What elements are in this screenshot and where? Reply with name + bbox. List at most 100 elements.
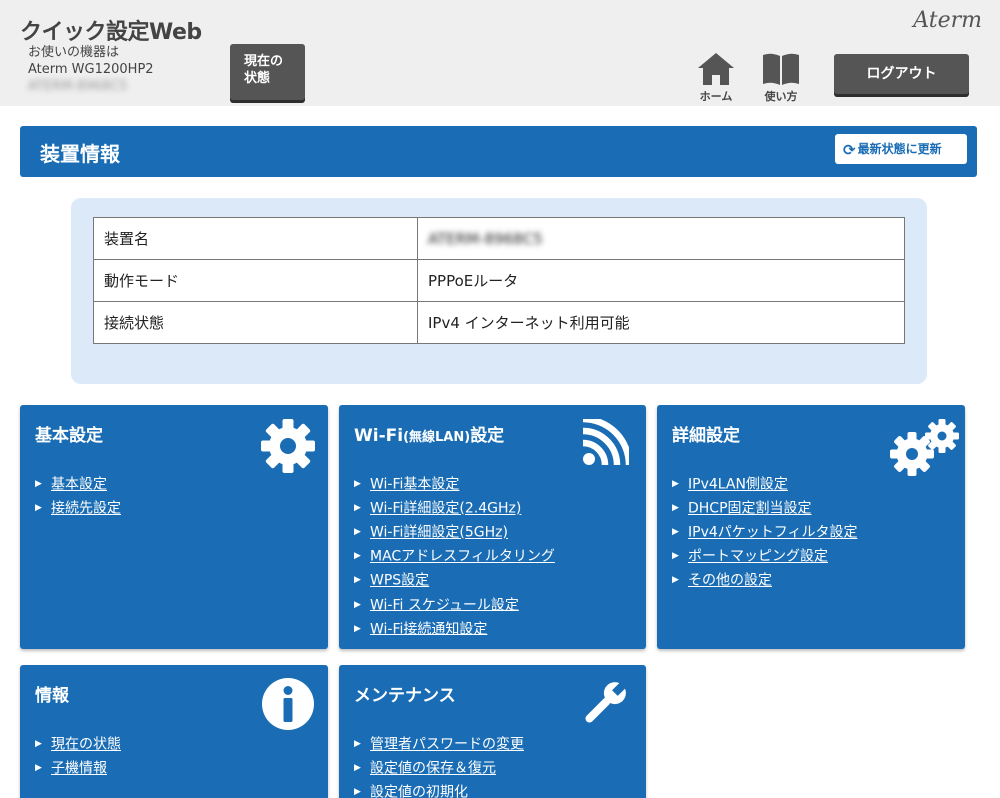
bullet-arrow-icon: ▶ bbox=[354, 763, 361, 774]
bullet-arrow-icon: ▶ bbox=[354, 575, 361, 586]
tile-title-suffix: 設定 bbox=[470, 426, 505, 446]
gears-icon bbox=[890, 419, 959, 476]
row-value: ATERM-8968C5 bbox=[417, 217, 905, 260]
bullet-arrow-icon: ▶ bbox=[35, 503, 42, 514]
tile-title: 情報 bbox=[35, 686, 69, 706]
home-label: ホーム bbox=[699, 90, 733, 103]
home-icon bbox=[698, 53, 734, 85]
device-info-title: 装置情報 bbox=[40, 142, 120, 166]
gear-icon bbox=[261, 419, 315, 473]
link-basic-settings[interactable]: 基本設定 bbox=[51, 477, 107, 493]
list-item: ▶ IPv4パケットフィルタ設定 bbox=[672, 521, 857, 545]
device-info-table: 装置名 ATERM-8968C5 動作モード PPPoEルータ 接続状態 IPv… bbox=[93, 217, 905, 344]
link-wps[interactable]: WPS設定 bbox=[370, 573, 429, 589]
link-client-info[interactable]: 子機情報 bbox=[51, 761, 107, 777]
link-wifi-schedule[interactable]: Wi-Fi スケジュール設定 bbox=[370, 597, 519, 613]
link-port-mapping[interactable]: ポートマッピング設定 bbox=[688, 549, 828, 565]
info-links: ▶ 現在の状態 ▶ 子機情報 bbox=[35, 733, 121, 781]
link-ipv4-lan[interactable]: IPv4LAN側設定 bbox=[688, 477, 788, 493]
refresh-icon: ⟳ bbox=[843, 140, 856, 159]
bullet-arrow-icon: ▶ bbox=[354, 739, 361, 749]
tile-title: 詳細設定 bbox=[672, 426, 740, 446]
bullet-arrow-icon: ▶ bbox=[672, 527, 679, 538]
tile-advanced-settings: 詳細設定 ▶ IPv4LAN側設定 ▶ DHCP固定割当設定 ▶ IPv4パケッ… bbox=[657, 405, 965, 649]
link-wifi-basic[interactable]: Wi-Fi基本設定 bbox=[370, 477, 459, 493]
list-item: ▶ その他の設定 bbox=[672, 569, 857, 593]
basic-links: ▶ 基本設定 ▶ 接続先設定 bbox=[35, 473, 121, 521]
current-status-button[interactable]: 現在の 状態 bbox=[230, 44, 305, 100]
device-label: お使いの機器は bbox=[28, 45, 120, 60]
link-other-settings[interactable]: その他の設定 bbox=[688, 573, 772, 589]
link-dhcp-fixed[interactable]: DHCP固定割当設定 bbox=[688, 501, 812, 517]
row-value: PPPoEルータ bbox=[417, 259, 905, 302]
list-item: ▶ 設定値の保存＆復元 bbox=[354, 757, 524, 781]
maintenance-links: ▶ 管理者パスワードの変更 ▶ 設定値の保存＆復元 ▶ 設定値の初期化 bbox=[354, 733, 524, 798]
list-item: ▶ Wi-Fi詳細設定(2.4GHz) bbox=[354, 497, 555, 521]
link-wifi-24ghz[interactable]: Wi-Fi詳細設定(2.4GHz) bbox=[370, 501, 521, 517]
link-factory-reset[interactable]: 設定値の初期化 bbox=[370, 785, 468, 798]
list-item: ▶ DHCP固定割当設定 bbox=[672, 497, 857, 521]
list-item: ▶ MACアドレスフィルタリング bbox=[354, 545, 555, 569]
link-mac-filter[interactable]: MACアドレスフィルタリング bbox=[370, 549, 555, 565]
list-item: ▶ ポートマッピング設定 bbox=[672, 545, 857, 569]
table-row: 接続状態 IPv4 インターネット利用可能 bbox=[93, 301, 905, 344]
bullet-arrow-icon: ▶ bbox=[354, 787, 361, 798]
link-ipv4-packet-filter[interactable]: IPv4パケットフィルタ設定 bbox=[688, 525, 857, 541]
tile-title-main: Wi-Fi bbox=[354, 426, 404, 446]
list-item: ▶ 接続先設定 bbox=[35, 497, 121, 521]
app-title: クイック設定Web bbox=[20, 20, 202, 45]
bullet-arrow-icon: ▶ bbox=[354, 479, 361, 489]
bullet-arrow-icon: ▶ bbox=[35, 739, 42, 749]
list-item: ▶ 基本設定 bbox=[35, 473, 121, 497]
bullet-arrow-icon: ▶ bbox=[354, 623, 361, 634]
list-item: ▶ IPv4LAN側設定 bbox=[672, 473, 857, 497]
list-item: ▶ Wi-Fi基本設定 bbox=[354, 473, 555, 497]
link-admin-password[interactable]: 管理者パスワードの変更 bbox=[370, 737, 524, 753]
logout-button[interactable]: ログアウト bbox=[834, 54, 969, 94]
device-model: Aterm WG1200HP2 bbox=[28, 62, 154, 77]
bullet-arrow-icon: ▶ bbox=[35, 479, 42, 489]
brand-logo: Aterm bbox=[913, 8, 982, 33]
list-item: ▶ Wi-Fi接続通知設定 bbox=[354, 618, 555, 642]
table-row: 動作モード PPPoEルータ bbox=[93, 259, 905, 302]
list-item: ▶ WPS設定 bbox=[354, 569, 555, 593]
tile-title-small: (無線LAN) bbox=[403, 430, 471, 445]
row-key: 装置名 bbox=[93, 217, 418, 260]
refresh-button[interactable]: ⟳ 最新状態に更新 bbox=[835, 134, 967, 164]
current-status-label-line2: 状態 bbox=[244, 71, 271, 86]
bullet-arrow-icon: ▶ bbox=[354, 599, 361, 610]
tile-basic-settings: 基本設定 ▶ 基本設定 ▶ 接続先設定 bbox=[20, 405, 328, 649]
home-button[interactable]: ホーム bbox=[694, 52, 738, 104]
refresh-label: 最新状態に更新 bbox=[857, 142, 942, 156]
link-wifi-5ghz[interactable]: Wi-Fi詳細設定(5GHz) bbox=[370, 525, 508, 541]
link-backup-restore[interactable]: 設定値の保存＆復元 bbox=[370, 761, 496, 777]
row-key: 接続状態 bbox=[93, 301, 418, 344]
list-item: ▶ Wi-Fi詳細設定(5GHz) bbox=[354, 521, 555, 545]
bullet-arrow-icon: ▶ bbox=[35, 763, 42, 774]
bullet-arrow-icon: ▶ bbox=[672, 575, 679, 586]
current-status-label-line1: 現在の bbox=[244, 54, 284, 69]
device-info-header: 装置情報 ⟳ 最新状態に更新 bbox=[20, 126, 977, 177]
device-info-panel: 装置名 ATERM-8968C5 動作モード PPPoEルータ 接続状態 IPv… bbox=[71, 198, 927, 384]
link-wifi-notify[interactable]: Wi-Fi接続通知設定 bbox=[370, 621, 487, 637]
guide-button[interactable]: 使い方 bbox=[758, 52, 804, 104]
link-connection-settings[interactable]: 接続先設定 bbox=[51, 501, 121, 517]
list-item: ▶ 設定値の初期化 bbox=[354, 781, 524, 798]
tile-maintenance: メンテナンス ▶ 管理者パスワードの変更 ▶ 設定値の保存＆復元 ▶ 設定値の初期化 bbox=[339, 665, 646, 798]
wrench-icon bbox=[585, 681, 627, 723]
wifi-links: ▶ Wi-Fi基本設定 ▶ Wi-Fi詳細設定(2.4GHz) ▶ Wi-Fi詳細設定… bbox=[354, 473, 555, 642]
list-item: ▶ 現在の状態 bbox=[35, 733, 121, 757]
tile-information: 情報 ▶ 現在の状態 ▶ 子機情報 bbox=[20, 665, 328, 798]
advanced-links: ▶ IPv4LAN側設定 ▶ DHCP固定割当設定 ▶ IPv4パケットフィルタ設定 … bbox=[672, 473, 857, 594]
book-icon bbox=[763, 53, 799, 85]
bullet-arrow-icon: ▶ bbox=[354, 551, 361, 562]
tile-title: 基本設定 bbox=[35, 426, 103, 446]
wifi-icon bbox=[582, 419, 629, 466]
bullet-arrow-icon: ▶ bbox=[354, 503, 361, 514]
link-current-status[interactable]: 現在の状態 bbox=[51, 737, 121, 753]
bullet-arrow-icon: ▶ bbox=[672, 503, 679, 514]
bullet-arrow-icon: ▶ bbox=[354, 527, 361, 538]
tile-wifi-settings: Wi-Fi(無線LAN)設定 ▶ Wi-Fi基本設定 ▶ Wi-Fi詳細設定(2.4… bbox=[339, 405, 646, 649]
list-item: ▶ 子機情報 bbox=[35, 757, 121, 781]
table-row: 装置名 ATERM-8968C5 bbox=[93, 217, 905, 260]
